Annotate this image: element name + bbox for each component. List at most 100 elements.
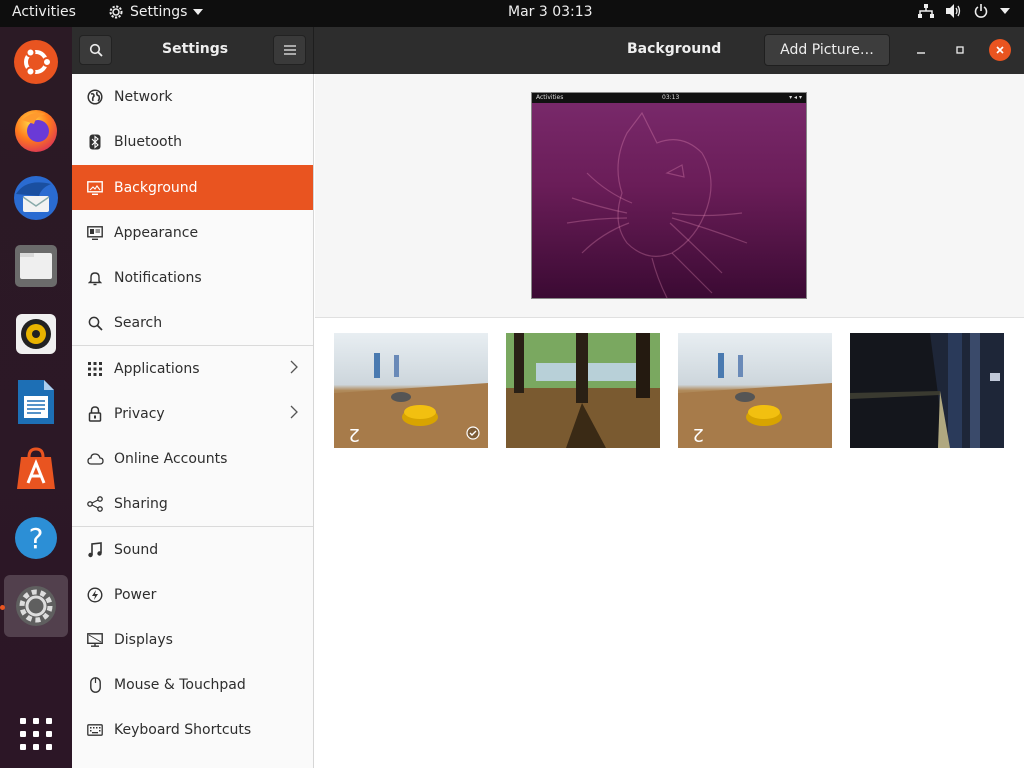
background-panel: Activities 03:13 ▾ ◂ ▾ 2 2 (315, 74, 1024, 768)
bluetooth-icon (89, 134, 101, 150)
volume-icon (946, 4, 961, 18)
preview-area: Activities 03:13 ▾ ◂ ▾ (315, 74, 1024, 318)
sidebar-item-bluetooth[interactable]: Bluetooth (72, 119, 313, 164)
menu-button[interactable] (273, 35, 306, 65)
top-bar: Activities Settings Mar 3 03:13 (0, 0, 1024, 27)
sidebar-item-label: Power (114, 586, 157, 603)
sidebar-item-network[interactable]: Network (72, 74, 313, 119)
sidebar-item-sound[interactable]: Sound (72, 527, 313, 572)
preview-activities-label: Activities (536, 94, 564, 101)
sidebar-item-privacy[interactable]: Privacy (72, 391, 313, 436)
selected-check-icon (466, 426, 480, 440)
wallpaper-forest-image (506, 333, 660, 448)
dock-files[interactable] (4, 235, 68, 297)
minimize-button[interactable] (910, 39, 932, 61)
sidebar-item-label: Network (114, 88, 173, 105)
wallpaper-table-bell-2-image: 2 (678, 333, 832, 448)
svg-text:2: 2 (693, 424, 704, 445)
dock-ubuntu[interactable] (4, 31, 68, 93)
svg-text:?: ? (29, 522, 44, 555)
wallpaper-thumb-1[interactable]: 2 (334, 333, 488, 448)
running-indicator (0, 605, 5, 610)
sidebar-item-keyboard-shortcuts[interactable]: Keyboard Shortcuts (72, 707, 313, 752)
network-icon (87, 89, 103, 105)
music-note-icon (88, 542, 102, 558)
caret-down-icon (193, 9, 204, 15)
close-button[interactable] (989, 39, 1011, 61)
sidebar-item-label: Sound (114, 541, 159, 558)
preview-top-bar: Activities 03:13 ▾ ◂ ▾ (532, 93, 806, 103)
preview-clock-label: 03:13 (662, 94, 680, 101)
dock-help[interactable]: ? (4, 507, 68, 569)
system-tray[interactable] (918, 4, 1010, 18)
keyboard-icon (87, 724, 103, 736)
wallpaper-thumb-2[interactable] (506, 333, 660, 448)
mouse-icon (89, 677, 101, 693)
dock-writer[interactable] (4, 371, 68, 433)
sidebar-item-appearance[interactable]: Appearance (72, 210, 313, 255)
sidebar-item-label: Mouse & Touchpad (114, 676, 246, 693)
network-wired-icon (918, 4, 934, 18)
sidebar-title: Settings (162, 41, 229, 57)
dock-firefox[interactable] (4, 99, 68, 161)
sidebar-item-sharing[interactable]: Sharing (72, 481, 313, 526)
wallpaper-thumb-4[interactable] (850, 333, 1004, 448)
rhythmbox-icon (16, 314, 56, 354)
close-icon (996, 46, 1004, 54)
search-icon (88, 316, 103, 331)
preview-tray-icons: ▾ ◂ ▾ (789, 94, 802, 101)
dock-show-apps[interactable] (4, 703, 68, 765)
svg-text:2: 2 (349, 424, 360, 445)
caret-down-icon (1000, 8, 1010, 14)
sidebar-item-label: Search (114, 314, 163, 331)
gear-icon (109, 5, 123, 19)
cloud-icon (86, 453, 104, 465)
maximize-button[interactable] (949, 39, 971, 61)
libreoffice-writer-icon (18, 380, 54, 424)
settings-sidebar: Network Bluetooth Background Appearance … (72, 74, 314, 768)
fossa-mascot-illustration (566, 111, 748, 298)
software-icon (17, 447, 55, 489)
restore-icon (956, 46, 964, 54)
hamburger-icon (283, 45, 296, 55)
sidebar-item-label: Online Accounts (114, 450, 228, 467)
sidebar-item-notifications[interactable]: Notifications (72, 255, 313, 300)
appearance-icon (87, 226, 103, 240)
sidebar-item-label: Appearance (114, 224, 199, 241)
dock-rhythmbox[interactable] (4, 303, 68, 365)
thunderbird-icon (14, 176, 58, 220)
sidebar-item-label: Privacy (114, 405, 165, 422)
sidebar-item-online-accounts[interactable]: Online Accounts (72, 436, 313, 481)
sidebar-item-label: Applications (114, 360, 200, 377)
sidebar-item-label: Background (114, 179, 198, 196)
activities-button[interactable]: Activities (12, 4, 76, 20)
current-background-preview: Activities 03:13 ▾ ◂ ▾ (531, 92, 807, 299)
app-menu[interactable]: Settings (108, 4, 204, 20)
sidebar-header: Settings (72, 27, 314, 74)
search-icon (89, 43, 103, 57)
show-apps-icon (20, 718, 52, 750)
sidebar-item-applications[interactable]: Applications (72, 346, 313, 391)
settings-icon (16, 586, 56, 626)
sidebar-item-displays[interactable]: Displays (72, 617, 313, 662)
chevron-right-icon (290, 405, 298, 419)
firefox-icon (15, 110, 57, 152)
sidebar-item-search[interactable]: Search (72, 300, 313, 345)
wallpaper-thumb-3[interactable]: 2 (678, 333, 832, 448)
share-icon (87, 496, 103, 512)
clock[interactable]: Mar 3 03:13 (508, 4, 593, 20)
wallpaper-subway-image (850, 333, 1004, 448)
sidebar-item-mouse-touchpad[interactable]: Mouse & Touchpad (72, 662, 313, 707)
sidebar-item-power[interactable]: Power (72, 572, 313, 617)
sidebar-item-background[interactable]: Background (72, 165, 313, 210)
dock-settings[interactable] (4, 575, 68, 637)
search-button[interactable] (79, 35, 112, 65)
display-icon (87, 633, 103, 647)
dock-thunderbird[interactable] (4, 167, 68, 229)
lock-icon (88, 406, 102, 422)
dock-software[interactable] (4, 439, 68, 501)
header-bar: Settings Background Add Picture… (72, 27, 1024, 74)
add-picture-button[interactable]: Add Picture… (764, 34, 890, 66)
chevron-right-icon (290, 360, 298, 374)
sidebar-item-label: Keyboard Shortcuts (114, 721, 252, 738)
